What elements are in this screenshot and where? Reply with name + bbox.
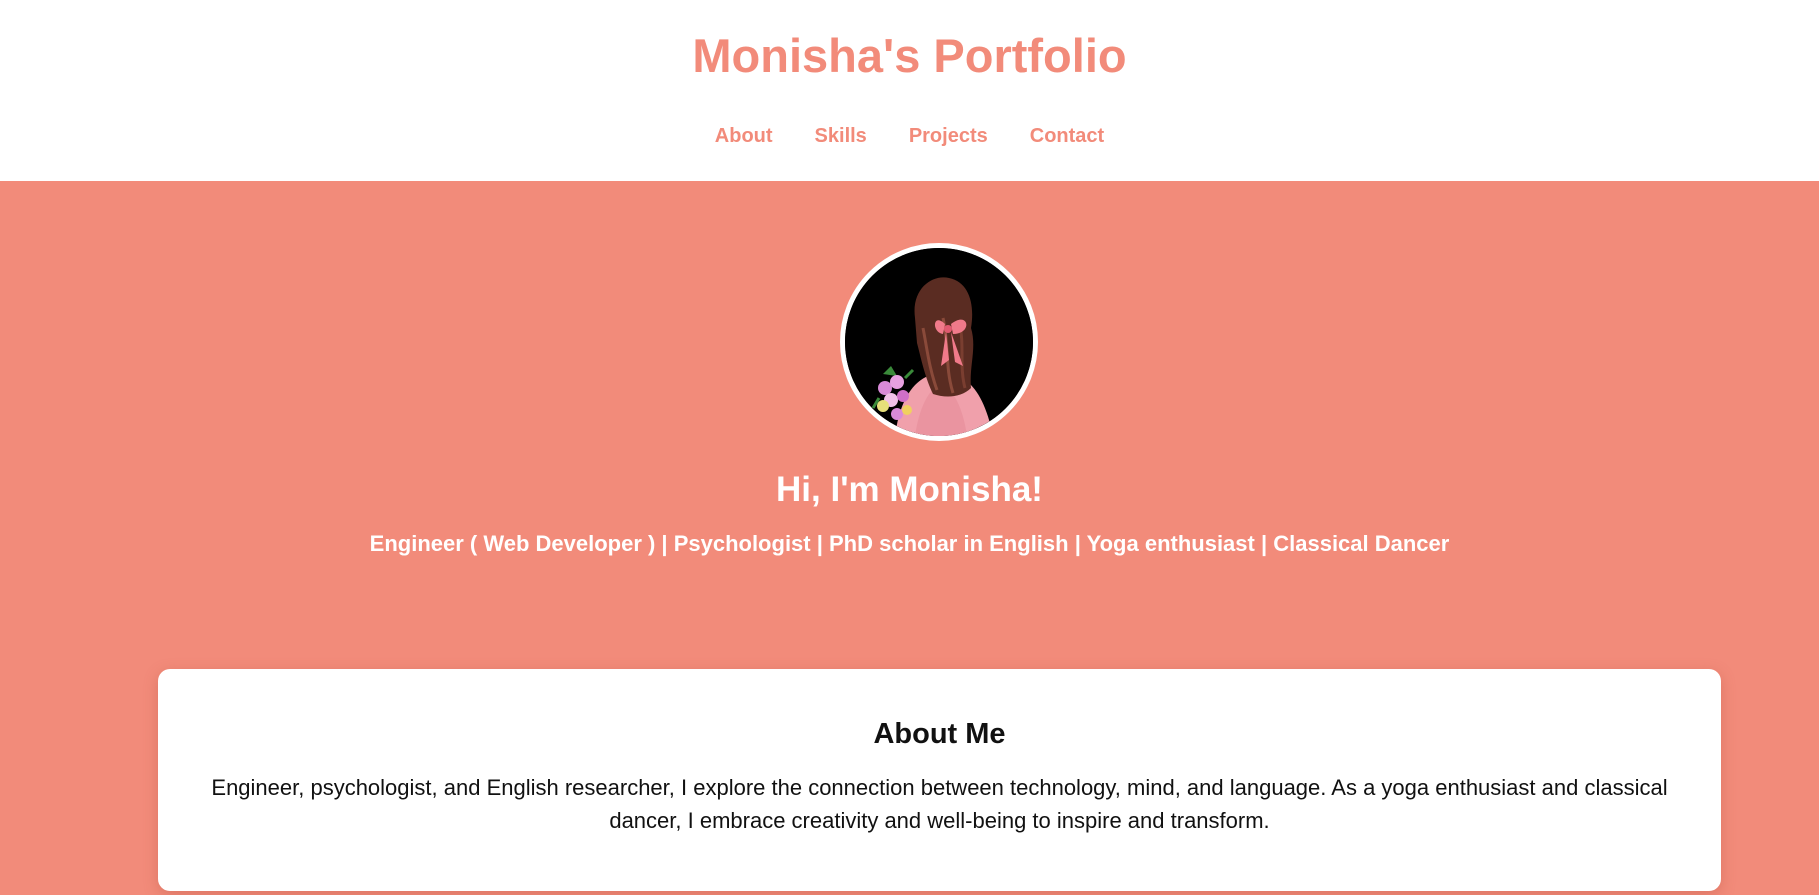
about-text: Engineer, psychologist, and English rese… bbox=[211, 775, 1668, 833]
hero-tagline: Engineer ( Web Developer ) | Psychologis… bbox=[369, 531, 1450, 556]
profile-avatar bbox=[840, 243, 1038, 441]
about-heading: About Me bbox=[873, 718, 1006, 750]
nav-link-projects[interactable]: Projects bbox=[909, 124, 988, 148]
portfolio-page: Monisha's Portfolio About Skills Project… bbox=[0, 0, 1819, 895]
nav-link-contact[interactable]: Contact bbox=[1030, 124, 1104, 148]
site-header: Monisha's Portfolio About Skills Project… bbox=[0, 0, 1819, 181]
site-title: Monisha's Portfolio bbox=[692, 29, 1127, 82]
hero-section: Hi, I'm Monisha! Engineer ( Web Develope… bbox=[0, 181, 1819, 665]
nav-link-about[interactable]: About bbox=[715, 124, 773, 148]
main-nav: About Skills Projects Contact bbox=[0, 124, 1819, 148]
hero-greeting: Hi, I'm Monisha! bbox=[776, 470, 1043, 509]
about-card: About Me Engineer, psychologist, and Eng… bbox=[158, 669, 1721, 891]
nav-link-skills[interactable]: Skills bbox=[815, 124, 867, 148]
girl-with-bow-illustration-icon bbox=[845, 248, 1033, 436]
